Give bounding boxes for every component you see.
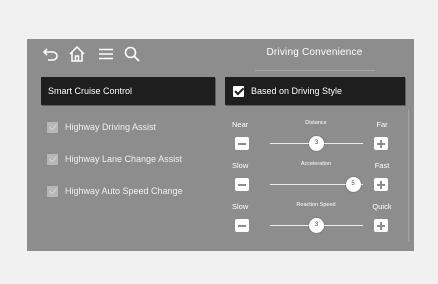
setting-name: Distance	[305, 120, 327, 126]
low-label: Slow	[232, 202, 249, 211]
slider-knob[interactable]: 3	[309, 218, 324, 233]
distance-setting: Near Distance Far 3	[225, 120, 405, 160]
option-label: Highway Auto Speed Change	[65, 186, 183, 196]
increase-button[interactable]	[374, 137, 388, 150]
increase-button[interactable]	[374, 219, 388, 232]
option-label: Highway Driving Assist	[65, 122, 157, 132]
option-highway-lane-change-assist[interactable]: Highway Lane Change Assist	[41, 149, 215, 169]
decrease-button[interactable]	[235, 137, 249, 150]
increase-button[interactable]	[374, 178, 388, 191]
low-label: Slow	[232, 161, 249, 170]
checkbox-icon[interactable]	[47, 153, 58, 165]
option-label: Highway Lane Change Assist	[65, 154, 183, 164]
option-highway-driving-assist[interactable]: Highway Driving Assist	[41, 117, 215, 137]
driving-style-label: Based on Driving Style	[251, 86, 343, 96]
home-icon[interactable]	[68, 45, 86, 63]
page-title: Driving Convenience	[266, 47, 363, 58]
right-panel: Based on Driving Style Near Distance Far…	[225, 77, 409, 247]
search-icon[interactable]	[123, 45, 141, 63]
top-bar: Driving Convenience	[27, 39, 414, 71]
back-icon[interactable]	[41, 45, 59, 63]
acceleration-setting: Slow Acceleration Fast 5	[225, 161, 405, 201]
reaction-speed-setting: Slow Reaction Speed Quick 3	[225, 202, 405, 242]
scrollbar[interactable]	[408, 109, 409, 241]
option-highway-auto-speed-change[interactable]: Highway Auto Speed Change	[41, 181, 215, 201]
setting-name: Acceleration	[300, 161, 332, 167]
menu-item-smart-cruise-control[interactable]: Smart Cruise Control	[41, 77, 215, 105]
setting-name: Reaction Speed	[296, 202, 336, 208]
high-label: Fast	[374, 161, 390, 170]
decrease-button[interactable]	[235, 178, 249, 191]
driving-style-toggle[interactable]: Based on Driving Style	[225, 77, 405, 105]
checkbox-icon[interactable]	[47, 121, 58, 133]
low-label: Near	[232, 120, 249, 129]
high-label: Far	[376, 120, 388, 129]
slider-knob[interactable]: 3	[309, 136, 324, 151]
left-menu: Smart Cruise Control Highway Driving Ass…	[41, 77, 215, 201]
menu-icon[interactable]	[97, 45, 115, 63]
settings-screen: Driving Convenience Smart Cruise Control…	[27, 39, 414, 251]
decrease-button[interactable]	[235, 219, 249, 232]
title-divider	[255, 70, 375, 71]
high-label: Quick	[372, 202, 392, 211]
checkbox-icon[interactable]	[47, 185, 58, 197]
slider-knob[interactable]: 5	[345, 177, 361, 192]
checkbox-checked-icon[interactable]	[233, 85, 244, 97]
